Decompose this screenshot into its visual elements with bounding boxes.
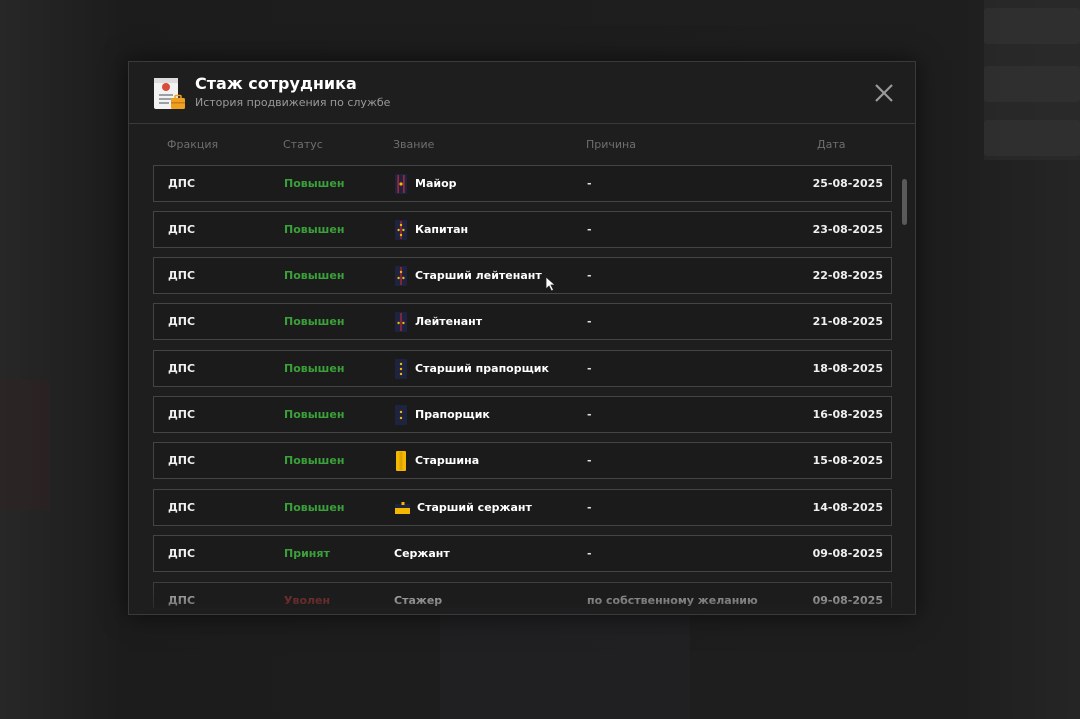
background-panel-row bbox=[984, 66, 1080, 102]
history-row[interactable]: ДПС Повышен Старший прапорщик - 18-08-2025 bbox=[153, 350, 892, 387]
warrant-officer-insignia-icon bbox=[394, 404, 415, 425]
row-rank: Старший сержант bbox=[394, 490, 532, 525]
history-row[interactable]: ДПС Повышен Лейтенант - 21-08-2025 bbox=[153, 303, 892, 340]
senior-sergeant-insignia-icon bbox=[394, 498, 417, 518]
row-faction: ДПС bbox=[168, 547, 196, 560]
history-row[interactable]: ДПС Повышен Старший сержант - 14-08-2025 bbox=[153, 489, 892, 526]
row-reason: по собственному желанию bbox=[587, 594, 758, 607]
row-rank-label: Лейтенант bbox=[415, 315, 483, 328]
row-rank: Старшина bbox=[394, 443, 479, 478]
column-header-status: Статус bbox=[283, 138, 323, 151]
modal-title: Стаж сотрудника bbox=[195, 74, 357, 93]
row-faction: ДПС bbox=[168, 408, 196, 421]
row-date: 23-08-2025 bbox=[812, 223, 883, 236]
row-reason: - bbox=[587, 269, 592, 282]
history-row[interactable]: ДПС Повышен Прапорщик - 16-08-2025 bbox=[153, 396, 892, 433]
row-rank: Майор bbox=[394, 166, 457, 201]
row-reason: - bbox=[587, 362, 592, 375]
history-row[interactable]: ДПС Повышен Майор - 25-08-2025 bbox=[153, 165, 892, 202]
lieutenant-insignia-icon bbox=[394, 311, 415, 332]
document-briefcase-icon bbox=[154, 78, 185, 109]
major-insignia-icon bbox=[394, 173, 415, 194]
row-rank: Лейтенант bbox=[394, 304, 482, 339]
row-reason: - bbox=[587, 501, 592, 514]
row-date: 18-08-2025 bbox=[812, 362, 883, 375]
row-rank: Прапорщик bbox=[394, 397, 490, 432]
row-rank: Старший прапорщик bbox=[394, 351, 549, 386]
history-row[interactable]: ДПС Повышен Старший лейтенант - 22-08-2025 bbox=[153, 257, 892, 294]
row-status: Повышен bbox=[284, 408, 345, 421]
row-reason: - bbox=[587, 547, 592, 560]
modal-header: Стаж сотрудника История продвижения по с… bbox=[129, 62, 915, 124]
row-rank: Сержант bbox=[394, 536, 450, 571]
row-reason: - bbox=[587, 454, 592, 467]
column-header-faction: Фракция bbox=[167, 138, 219, 151]
row-faction: ДПС bbox=[168, 315, 196, 328]
row-status: Повышен bbox=[284, 501, 345, 514]
background-panel-row bbox=[984, 120, 1080, 156]
row-rank-label: Старшина bbox=[415, 454, 480, 467]
row-rank-label: Сержант bbox=[394, 547, 450, 560]
column-header-date: Дата bbox=[817, 138, 846, 151]
row-date: 21-08-2025 bbox=[812, 315, 883, 328]
row-rank-label: Старший прапорщик bbox=[415, 362, 549, 375]
row-rank-label: Старший сержант bbox=[417, 501, 532, 514]
row-status: Повышен bbox=[284, 269, 345, 282]
row-rank-label: Прапорщик bbox=[415, 408, 490, 421]
captain-insignia-icon bbox=[394, 219, 415, 240]
row-rank: Капитан bbox=[394, 212, 468, 247]
row-faction: ДПС bbox=[168, 177, 196, 190]
background-panel-row bbox=[984, 8, 1080, 44]
column-header-rank: Звание bbox=[393, 138, 435, 151]
row-status: Повышен bbox=[284, 454, 345, 467]
history-row[interactable]: ДПС Принят Сержант - 09-08-2025 bbox=[153, 535, 892, 572]
row-faction: ДПС bbox=[168, 501, 196, 514]
row-date: 14-08-2025 bbox=[812, 501, 883, 514]
row-faction: ДПС bbox=[168, 454, 196, 467]
history-row[interactable]: ДПС Повышен Капитан - 23-08-2025 bbox=[153, 211, 892, 248]
row-faction: ДПС bbox=[168, 362, 196, 375]
service-history-modal: Стаж сотрудника История продвижения по с… bbox=[128, 61, 916, 615]
row-reason: - bbox=[587, 315, 592, 328]
scrollbar-thumb[interactable] bbox=[902, 179, 907, 225]
row-reason: - bbox=[587, 223, 592, 236]
sergeant-major-insignia-icon bbox=[394, 450, 415, 471]
mouse-cursor-icon bbox=[545, 276, 557, 292]
row-date: 09-08-2025 bbox=[812, 547, 883, 560]
row-faction: ДПС bbox=[168, 269, 196, 282]
row-faction: ДПС bbox=[168, 594, 196, 607]
history-row[interactable]: ДПС Уволен Стажер по собственному желанию 09… bbox=[153, 582, 892, 608]
row-status: Уволен bbox=[284, 594, 331, 607]
row-rank: Старший лейтенант bbox=[394, 258, 542, 293]
senior-warrant-officer-insignia-icon bbox=[394, 358, 415, 379]
row-reason: - bbox=[587, 177, 592, 190]
row-status: Повышен bbox=[284, 362, 345, 375]
row-status: Повышен bbox=[284, 223, 345, 236]
history-row[interactable]: ДПС Повышен Старшина - 15-08-2025 bbox=[153, 442, 892, 479]
row-rank: Стажер bbox=[394, 583, 442, 608]
row-status: Принят bbox=[284, 547, 330, 560]
senior-lieutenant-insignia-icon bbox=[394, 265, 415, 286]
row-date: 22-08-2025 bbox=[812, 269, 883, 282]
row-reason: - bbox=[587, 408, 592, 421]
history-list[interactable]: ДПС Повышен Майор - 25-08-2025 ДПС Повышен Капи… bbox=[129, 162, 915, 608]
row-faction: ДПС bbox=[168, 223, 196, 236]
background-left-element bbox=[0, 380, 50, 510]
row-rank-label: Майор bbox=[415, 177, 457, 190]
row-date: 09-08-2025 bbox=[812, 594, 883, 607]
close-icon[interactable] bbox=[871, 80, 897, 106]
modal-subtitle: История продвижения по службе bbox=[195, 96, 391, 109]
row-rank-label: Старший лейтенант bbox=[415, 269, 542, 282]
background-shape bbox=[440, 600, 690, 719]
row-status: Повышен bbox=[284, 177, 345, 190]
row-date: 15-08-2025 bbox=[812, 454, 883, 467]
row-status: Повышен bbox=[284, 315, 345, 328]
row-date: 25-08-2025 bbox=[812, 177, 883, 190]
row-rank-label: Капитан bbox=[415, 223, 469, 236]
row-rank-label: Стажер bbox=[394, 594, 443, 607]
column-header-reason: Причина bbox=[586, 138, 636, 151]
row-date: 16-08-2025 bbox=[812, 408, 883, 421]
